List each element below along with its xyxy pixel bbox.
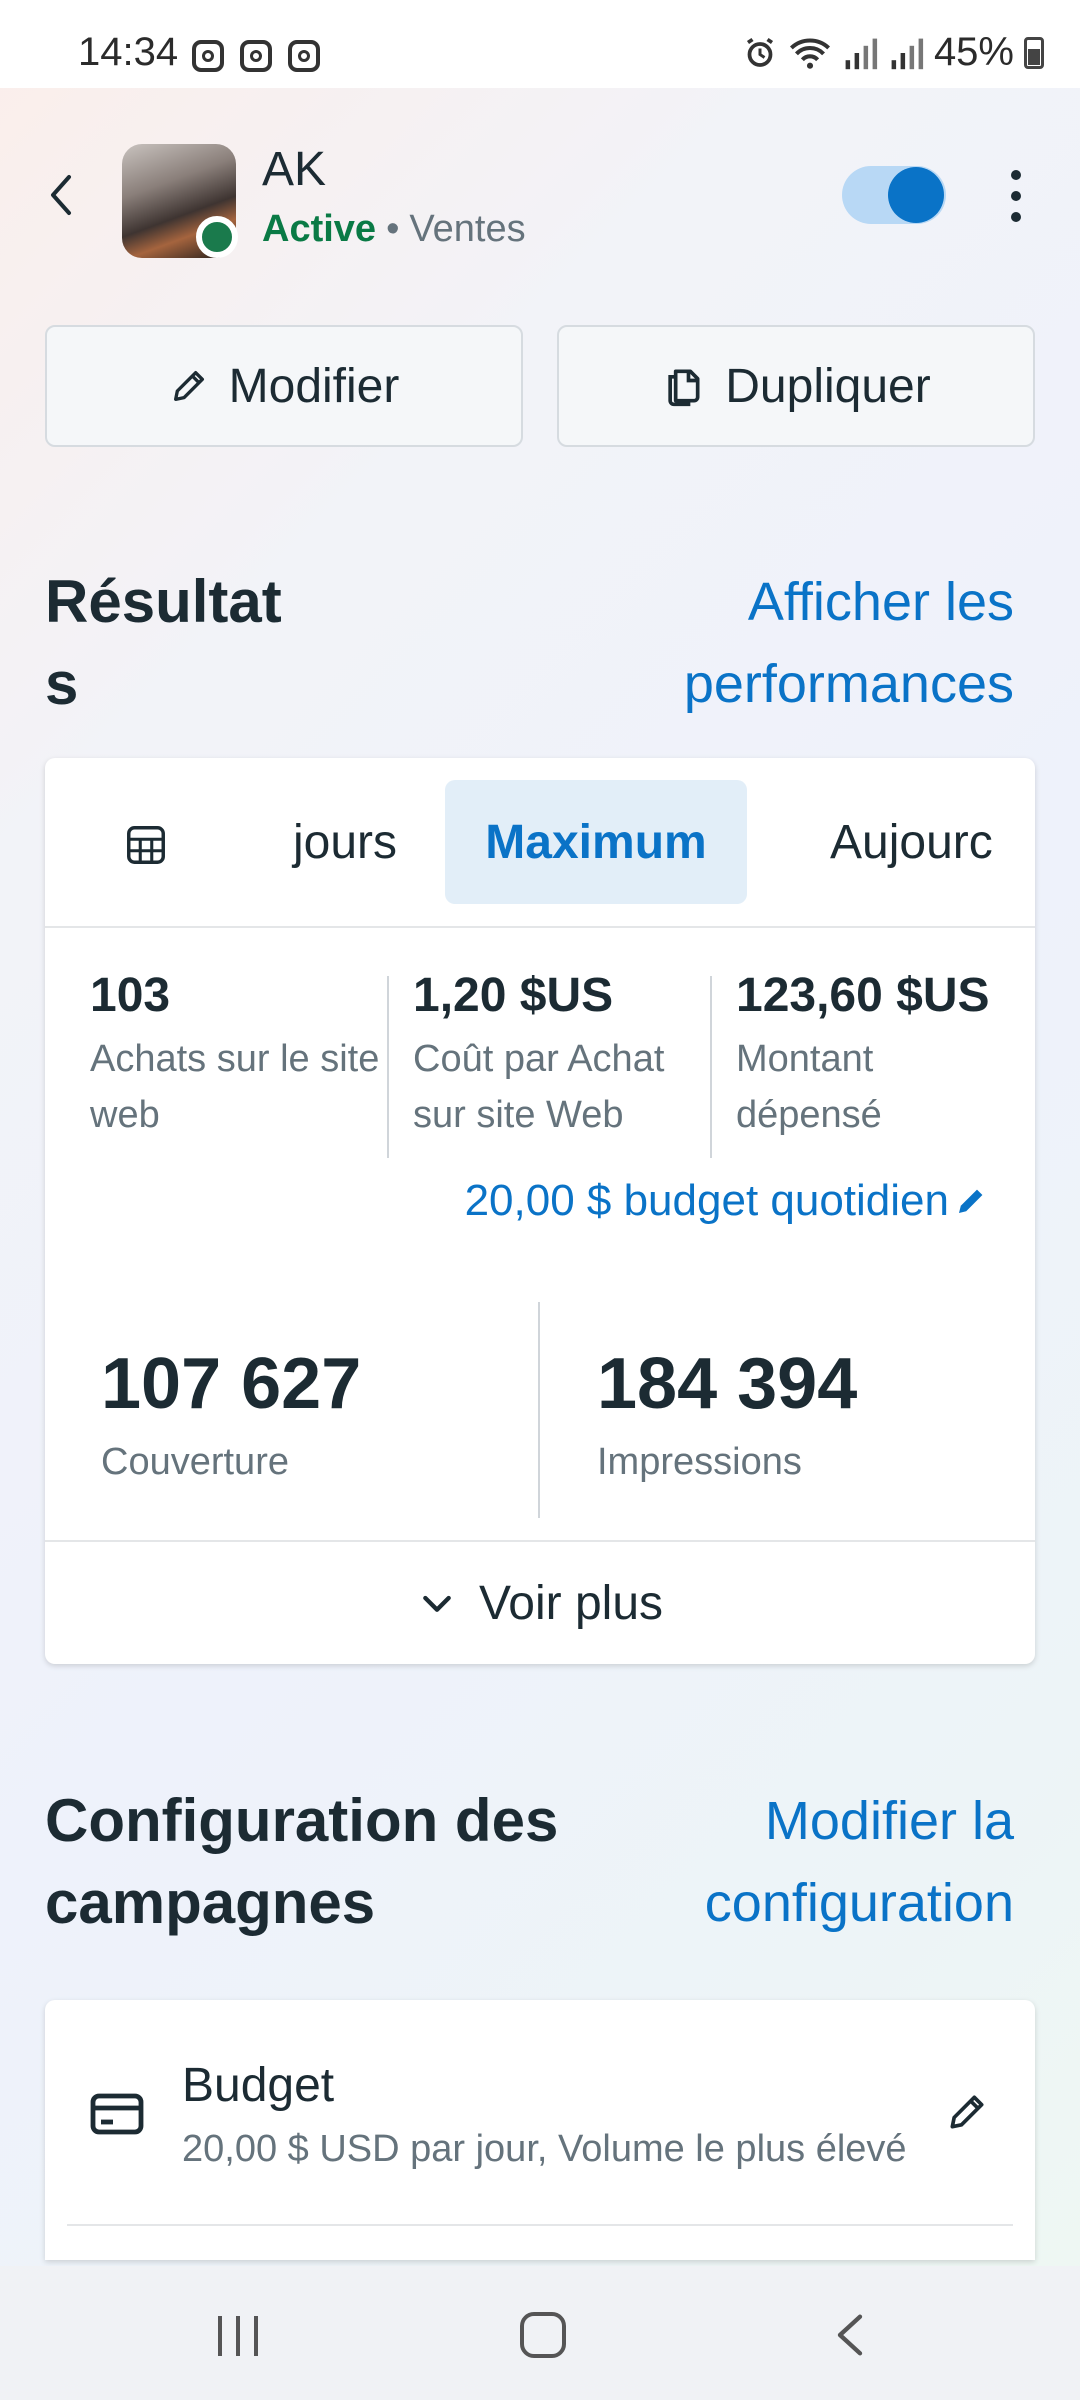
status-time: 14:34 — [78, 30, 179, 74]
more-options-button[interactable] — [996, 164, 1036, 228]
duplicate-button[interactable]: Dupliquer — [557, 325, 1035, 447]
tab-maximum[interactable]: Maximum — [445, 780, 747, 904]
metric-divider — [538, 1302, 540, 1518]
credit-card-icon — [89, 2090, 145, 2143]
status-label: Active — [262, 208, 377, 250]
recents-button[interactable] — [218, 2316, 258, 2356]
duplicate-button-label: Dupliquer — [725, 359, 931, 413]
active-status-dot — [196, 216, 238, 258]
metric-amount-spent: 123,60 $US Montant dépensé — [736, 969, 990, 1136]
edit-button[interactable]: Modifier — [45, 325, 523, 447]
instagram-icon — [240, 40, 272, 72]
instagram-icon — [192, 40, 224, 72]
tab-days[interactable]: jours — [245, 780, 445, 904]
separator: • — [386, 208, 400, 250]
chevron-down-icon — [423, 1595, 451, 1612]
metric-divider — [710, 976, 712, 1158]
edit-budget-button[interactable] — [945, 2090, 989, 2139]
toggle-knob — [888, 167, 944, 223]
back-button[interactable] — [36, 160, 84, 230]
campaign-name: AK — [262, 143, 327, 196]
system-back-button[interactable] — [830, 2310, 870, 2365]
home-button[interactable] — [520, 2312, 566, 2358]
signal-icon — [891, 38, 924, 69]
wifi-icon — [789, 37, 830, 69]
recents-icon — [218, 2316, 222, 2356]
results-card: jours Maximum Aujourc 103 Achats sur le … — [45, 758, 1035, 1664]
duplicate-icon — [668, 369, 700, 407]
view-performance-link[interactable]: Afficher les performances — [684, 561, 1014, 725]
battery-icon — [1024, 36, 1044, 69]
see-more-label: Voir plus — [478, 1576, 664, 1630]
calendar-grid-icon[interactable] — [123, 822, 169, 873]
daily-budget-link[interactable]: 20,00 $ budget quotidien — [465, 1176, 989, 1226]
navigation-bar — [0, 2266, 1080, 2400]
signal-icon — [845, 38, 878, 69]
metric-divider — [387, 976, 389, 1158]
config-title: Configuration des campagnes — [45, 1787, 559, 1936]
pencil-icon — [950, 2095, 984, 2129]
edit-button-label: Modifier — [228, 359, 400, 413]
campaign-status-line: Active • Ventes — [262, 208, 526, 251]
alarm-icon — [746, 37, 773, 67]
metric-purchases: 103 Achats sur le site web — [90, 969, 380, 1136]
impressions-metric: 184 394 Impressions — [597, 1344, 858, 1483]
budget-title: Budget — [182, 2059, 335, 2112]
campaign-toggle[interactable] — [842, 166, 946, 224]
system-status: 45% — [742, 30, 1044, 75]
edit-config-link[interactable]: Modifier la configuration — [705, 1780, 1014, 1944]
instagram-icon — [288, 40, 320, 72]
tab-today[interactable]: Aujourc — [830, 780, 1050, 904]
back-arrow-icon — [837, 2314, 863, 2356]
results-title: Résultat s — [45, 568, 282, 717]
metric-cost-per-purchase: 1,20 $US Coût par Achat sur site Web — [413, 969, 665, 1136]
card-divider — [67, 2224, 1013, 2226]
config-card: Budget 20,00 $ USD par jour, Volume le p… — [45, 2000, 1035, 2260]
more-vertical-icon — [1011, 170, 1021, 180]
status-bar: 14:34 45% — [0, 0, 1080, 88]
budget-description: 20,00 $ USD par jour, Volume le plus éle… — [182, 2128, 907, 2170]
chevron-left-icon — [51, 175, 71, 215]
reach-metric: 107 627 Couverture — [101, 1344, 362, 1483]
pencil-filled-icon — [959, 1189, 983, 1213]
pencil-icon — [173, 371, 204, 401]
daily-budget-label: 20,00 $ budget quotidien — [464, 1176, 949, 1225]
see-more-button[interactable]: Voir plus — [45, 1542, 1035, 1664]
date-range-tabs: jours Maximum Aujourc — [45, 758, 1035, 928]
battery-percent: 45% — [933, 30, 1014, 74]
objective-label: Ventes — [409, 208, 526, 250]
